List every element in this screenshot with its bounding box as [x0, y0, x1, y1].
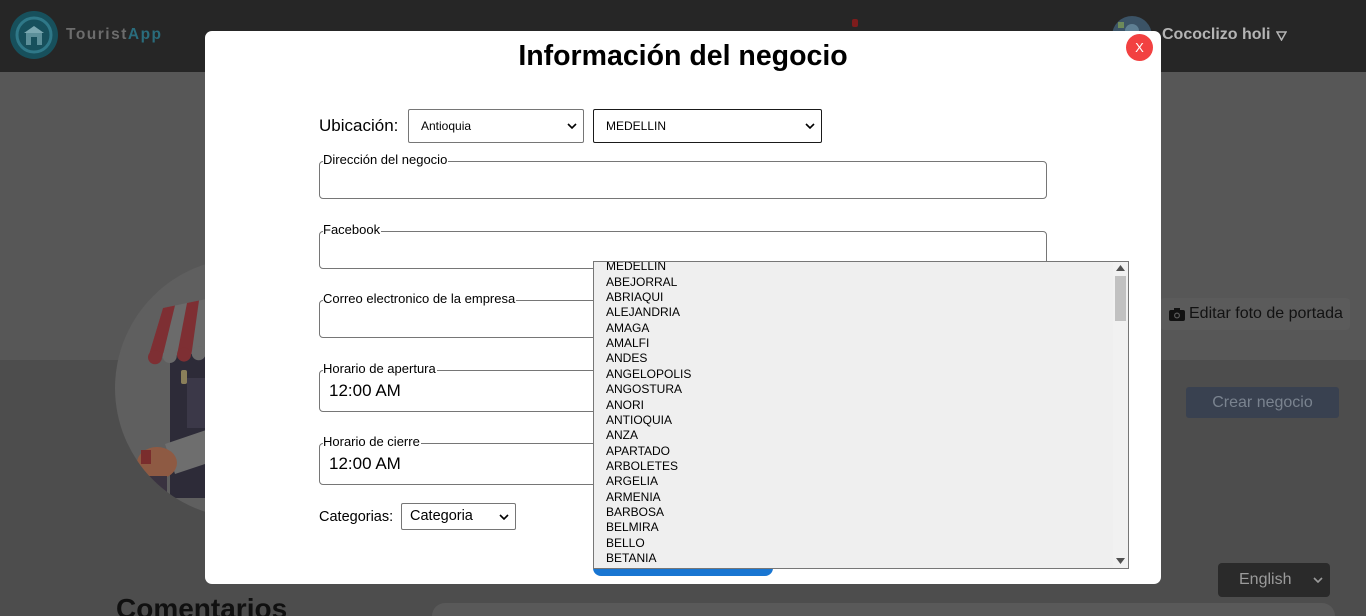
city-option[interactable]: ANORI [594, 398, 1113, 413]
opening-hours-label: Horario de apertura [323, 360, 437, 376]
chevron-down-icon [499, 514, 509, 520]
city-option[interactable]: ANTIOQUIA [594, 413, 1113, 428]
city-option[interactable]: ANGELOPOLIS [594, 367, 1113, 382]
location-label: Ubicación: [319, 116, 399, 135]
city-option[interactable]: ANZA [594, 428, 1113, 443]
modal-title: Información del negocio [518, 40, 848, 72]
city-option[interactable]: ANGOSTURA [594, 382, 1113, 397]
categories-label: Categorias: [319, 509, 394, 525]
city-option[interactable]: ARBOLETES [594, 459, 1113, 474]
city-option[interactable]: AMALFI [594, 336, 1113, 351]
city-dropdown-list[interactable]: MEDELLIN ABEJORRAL ABRIAQUI ALEJANDRIA AMAGA… [593, 261, 1129, 569]
scroll-down-arrow-icon[interactable] [1116, 558, 1125, 564]
city-option[interactable]: ARMENIA [594, 490, 1113, 505]
department-select-value: Antioquia [421, 119, 472, 133]
chevron-shape [499, 514, 509, 520]
category-select-value: Categoria [410, 508, 473, 524]
chevron-shape [567, 123, 577, 129]
department-select[interactable]: Antioquia [408, 109, 584, 143]
closing-hours-label: Horario de cierre [323, 433, 421, 449]
city-option[interactable]: AMAGA [594, 321, 1113, 336]
city-option[interactable]: BELMIRA [594, 520, 1113, 535]
email-label: Correo electronico de la empresa [323, 290, 517, 306]
close-button[interactable]: X [1126, 34, 1153, 61]
scrollbar-thumb[interactable] [1115, 276, 1126, 321]
city-option[interactable]: BELLO [594, 536, 1113, 551]
address-label: Dirección del negocio [323, 151, 449, 167]
city-option[interactable]: ABRIAQUI [594, 290, 1113, 305]
city-select-value: MEDELLIN [606, 119, 667, 133]
arrow-shape [1116, 265, 1125, 271]
city-option[interactable]: APARTADO [594, 444, 1113, 459]
address-input[interactable] [320, 162, 1046, 198]
chevron-down-icon [567, 123, 577, 129]
city-option[interactable]: ARGELIA [594, 474, 1113, 489]
city-option[interactable]: ABEJORRAL [594, 275, 1113, 290]
chevron-down-icon [805, 123, 815, 129]
city-option[interactable]: MEDELLIN [594, 262, 1113, 275]
city-option[interactable]: BETANIA [594, 551, 1113, 566]
city-options: MEDELLIN ABEJORRAL ABRIAQUI ALEJANDRIA AMAGA… [594, 262, 1113, 567]
city-option[interactable]: BARBOSA [594, 505, 1113, 520]
city-option[interactable]: ALEJANDRIA [594, 305, 1113, 320]
city-option[interactable]: ANDES [594, 351, 1113, 366]
arrow-shape [1116, 558, 1125, 564]
category-select[interactable]: Categoria [401, 503, 516, 530]
scroll-up-arrow-icon[interactable] [1116, 265, 1125, 271]
city-select[interactable]: MEDELLIN [593, 109, 822, 143]
chevron-shape [805, 123, 815, 129]
dropdown-scrollbar[interactable] [1113, 262, 1128, 568]
facebook-label: Facebook [323, 221, 382, 237]
address-field [319, 161, 1047, 199]
